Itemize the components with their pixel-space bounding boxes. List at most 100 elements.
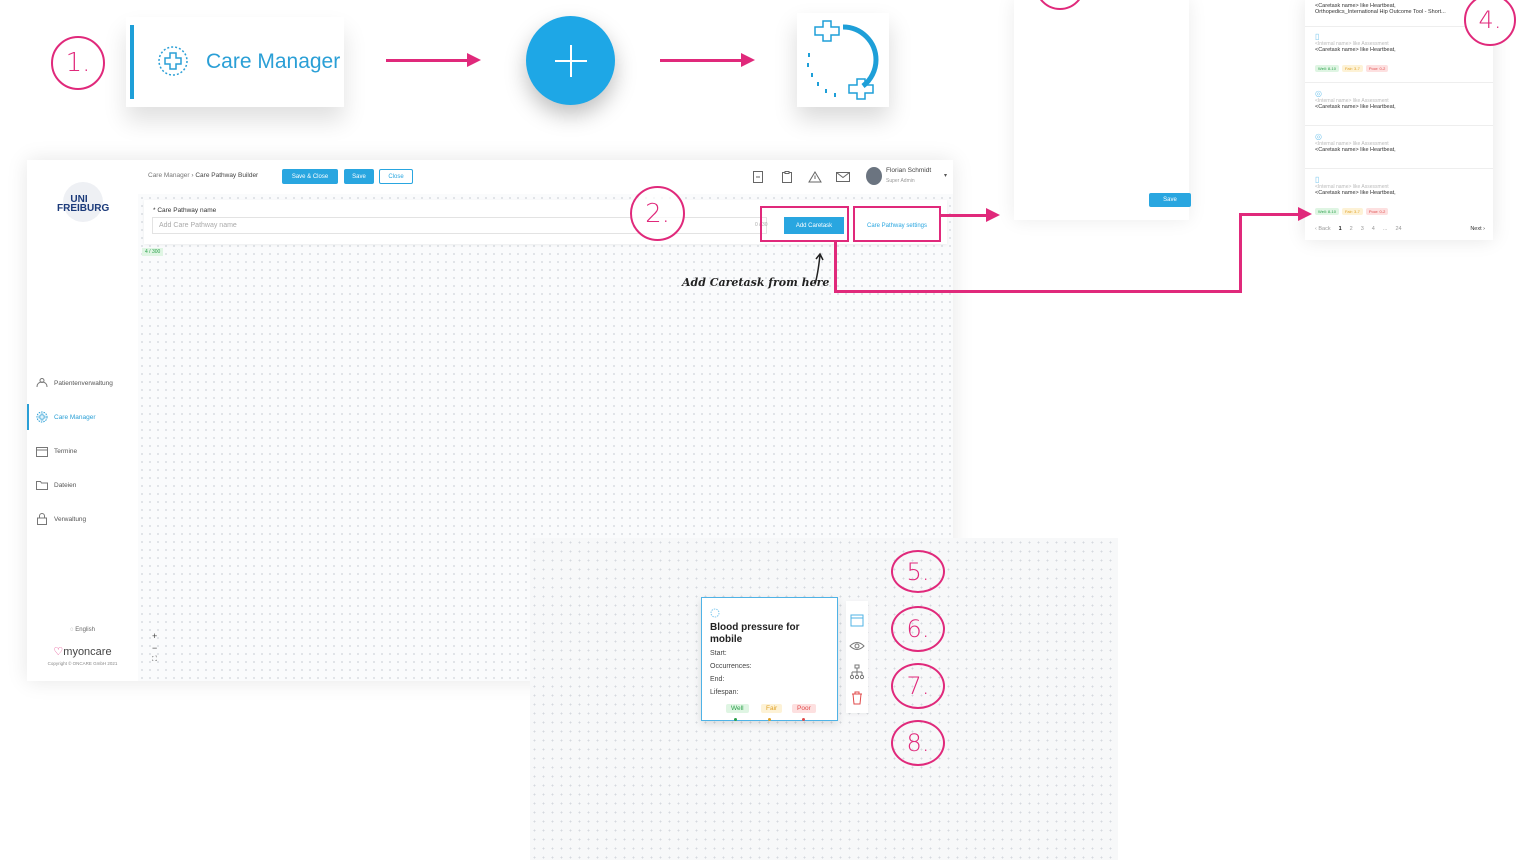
care-manager-icon <box>156 44 190 83</box>
start-field: Start: <box>710 650 727 657</box>
highlight-add-caretask <box>760 206 849 242</box>
pagination: ‹ Back 1 2 3 4 ... 24 Next › <box>1315 226 1485 232</box>
step-7-marker: 7. <box>891 663 945 709</box>
tag-poor: Poor: 0-2 <box>1365 65 1389 72</box>
flow-arrow <box>1239 213 1242 293</box>
clipboard-icon: ▯ <box>1315 32 1320 41</box>
add-plus-button[interactable] <box>526 16 615 105</box>
fit-view-button[interactable]: ⛶ <box>152 656 157 664</box>
tag-fair: Fair: 3-7 <box>1341 208 1363 215</box>
step-2-number: 2. <box>645 198 670 229</box>
report-icon[interactable] <box>751 170 765 184</box>
pager-back[interactable]: ‹ Back <box>1315 226 1331 232</box>
pathway-name-label: * Care Pathway name <box>153 207 217 214</box>
delete-icon[interactable] <box>849 690 865 706</box>
breadcrumb-current: Care Pathway Builder <box>195 172 259 179</box>
eye-icon[interactable] <box>849 638 865 654</box>
pager-ellipsis: ... <box>1382 226 1388 232</box>
sidebar-item-label: Verwaltung <box>54 515 87 523</box>
hint-arrow <box>814 252 824 285</box>
avatar[interactable] <box>866 167 882 185</box>
settings-panel-preview: Save <box>1014 0 1191 220</box>
user-role: Super Admin <box>886 178 915 184</box>
language-selector[interactable]: ◌ English <box>27 627 138 633</box>
panel-save-button[interactable]: Save <box>1149 193 1191 207</box>
caretask-list-item[interactable]: ◎ <Internal name> like Assessment <Caret… <box>1315 132 1485 153</box>
flow-arrow <box>941 214 987 217</box>
divider <box>1305 125 1493 126</box>
breadcrumb-root[interactable]: Care Manager <box>148 172 190 179</box>
flow-arrow <box>386 59 468 62</box>
pager-page[interactable]: 1 <box>1339 226 1342 232</box>
user-name[interactable]: Florian Schmidt <box>886 167 931 174</box>
caretask-name: <Caretask name> like Heartbeat, <box>1315 147 1396 153</box>
lock-icon <box>35 513 49 525</box>
zoom-in-button[interactable]: + <box>152 631 157 641</box>
save-close-button[interactable]: Save & Close <box>282 169 338 184</box>
heart-icon: ♡ <box>53 646 64 658</box>
sidebar: UNI FREIBURG Patientenverwaltung Care Man… <box>27 160 138 681</box>
chevron-down-icon[interactable]: ▾ <box>944 172 947 179</box>
caretask-list-item[interactable]: ◎ <Internal name> like Assessment <Caret… <box>1315 89 1485 110</box>
care-manager-card[interactable]: Care Manager <box>126 17 344 107</box>
copyright: Copyright © ONCARE GmbH 2021 <box>47 661 118 666</box>
caretask-list-item[interactable]: ▯ <Internal name> like Assessment <Caret… <box>1315 32 1485 75</box>
save-button[interactable]: Save <box>344 169 374 184</box>
flow-arrow-head <box>986 208 1000 222</box>
clipboard-icon[interactable] <box>780 170 794 184</box>
step-1-marker: 1. <box>51 36 105 90</box>
care-manager-label: Care Manager <box>206 50 341 73</box>
step-6-marker: 6. <box>891 606 945 652</box>
zoom-out-button[interactable]: − <box>152 643 157 653</box>
step-5-number: 5. <box>906 557 930 586</box>
pager-page[interactable]: 24 <box>1395 226 1401 232</box>
sidebar-item-patientenverwaltung[interactable]: Patientenverwaltung <box>27 374 138 392</box>
sidebar-item-label: Termine <box>54 447 78 455</box>
calendar-icon <box>35 445 49 457</box>
close-button[interactable]: Close <box>379 169 413 184</box>
step-1-number: 1. <box>65 48 91 78</box>
caretask-name: <Caretask name> like Heartbeat, <box>1315 190 1396 196</box>
care-task-icon <box>710 605 720 623</box>
sidebar-item-dateien[interactable]: Dateien <box>27 476 138 494</box>
flow-arrow-head <box>467 53 481 67</box>
mail-icon[interactable] <box>836 170 850 184</box>
divider <box>1305 168 1493 169</box>
tag-fair: Fair <box>761 704 783 713</box>
caretask-list-item[interactable]: <Caretask name> like Heartbeat, Orthoped… <box>1315 3 1485 15</box>
caretask-list-panel: <Caretask name> like Heartbeat, Orthoped… <box>1305 0 1493 240</box>
caretask-node-card[interactable]: Blood pressure for mobile Start: Occurre… <box>701 597 838 721</box>
top-bar: Care Manager › Care Pathway Builder Save… <box>138 160 953 195</box>
occurrences-field: Occurrences: <box>710 663 752 670</box>
poor-connector[interactable] <box>802 718 805 721</box>
calendar-icon[interactable] <box>849 612 865 628</box>
folder-icon <box>35 479 49 491</box>
sidebar-item-termine[interactable]: Termine <box>27 442 138 460</box>
tag-well: Well: 8-10 <box>1315 65 1339 72</box>
caretask-name: <Caretask name> like Heartbeat, <box>1315 47 1396 53</box>
loading-spinner <box>797 13 889 107</box>
fair-connector[interactable] <box>768 718 771 721</box>
well-connector[interactable] <box>734 718 737 721</box>
tag-well: Well <box>726 704 749 713</box>
warning-icon[interactable] <box>808 170 822 184</box>
step-6-number: 6. <box>906 615 930 643</box>
pager-next[interactable]: Next › <box>1470 226 1485 232</box>
pager-page[interactable]: 2 <box>1350 226 1353 232</box>
end-field: End: <box>710 676 725 683</box>
caretask-list-item[interactable]: ▯ <Internal name> like Assessment <Caret… <box>1315 175 1485 218</box>
pager-page[interactable]: 4 <box>1372 226 1375 232</box>
care-task-icon: ◎ <box>1315 132 1322 141</box>
pager-page[interactable]: 3 <box>1361 226 1364 232</box>
caretask-name: Orthopedics_International Hip Outcome To… <box>1315 9 1446 15</box>
score-tags: Well: 8-10 Fair: 3-7 Poor: 0-2 <box>1315 57 1485 75</box>
hierarchy-icon[interactable] <box>849 664 865 680</box>
flow-arrow-head <box>741 53 755 67</box>
sidebar-item-verwaltung[interactable]: Verwaltung <box>27 510 138 528</box>
divider <box>1305 82 1493 83</box>
care-manager-icon <box>35 411 49 423</box>
university-logo: UNI FREIBURG <box>49 182 113 226</box>
sidebar-item-care-manager[interactable]: Care Manager <box>27 404 138 430</box>
patients-icon <box>35 377 49 389</box>
highlight-settings <box>853 206 941 242</box>
